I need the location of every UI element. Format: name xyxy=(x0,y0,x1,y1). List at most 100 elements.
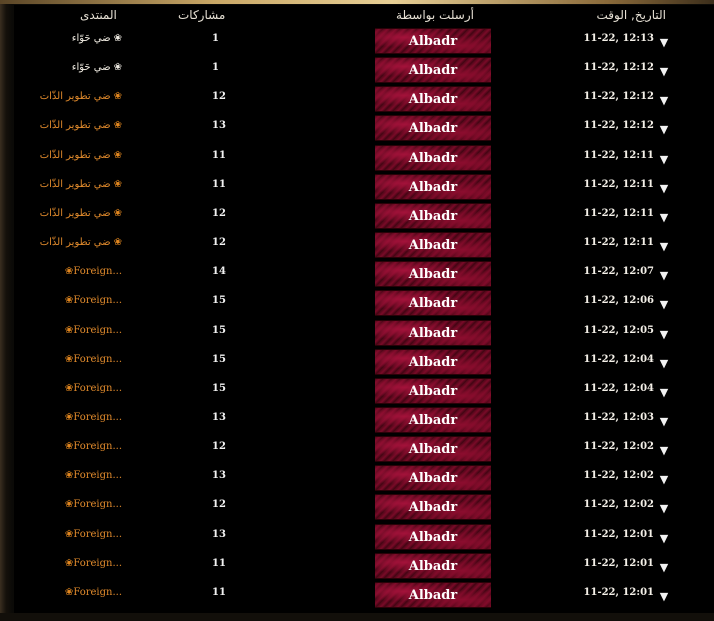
sender-link[interactable]: Albadr xyxy=(375,377,491,404)
sender-link[interactable]: Albadr xyxy=(375,261,491,288)
sender-link[interactable]: Albadr xyxy=(375,115,491,142)
triangle-down-icon[interactable]: ▼ xyxy=(657,65,671,79)
post-date: 11-22, 12:12 xyxy=(583,91,654,103)
triangle-down-icon[interactable]: ▼ xyxy=(657,328,671,342)
sender-link[interactable]: Albadr xyxy=(375,290,491,317)
sender-link[interactable]: Albadr xyxy=(375,202,491,229)
forum-link[interactable]: ❀Foreign... xyxy=(14,499,122,510)
forum-label: Foreign... xyxy=(73,470,122,482)
sender-link[interactable]: Albadr xyxy=(375,406,491,433)
triangle-down-icon[interactable]: ▼ xyxy=(657,502,671,516)
post-count: 13 xyxy=(212,411,226,423)
forum-label: ضي تطوير الذّات xyxy=(39,178,111,190)
post-date: 11-22, 12:04 xyxy=(583,353,654,365)
forum-label: ضي حَوّاء xyxy=(71,62,111,74)
table-row: ▼ 11-22, 12:06 Albadr 15 ❀Foreign... xyxy=(14,290,714,321)
triangle-down-icon[interactable]: ▼ xyxy=(657,386,671,400)
sender-link[interactable]: Albadr xyxy=(375,348,491,375)
triangle-down-icon[interactable]: ▼ xyxy=(657,269,671,283)
forum-link[interactable]: ❀Foreign... xyxy=(14,412,122,423)
sender-link[interactable]: Albadr xyxy=(375,28,491,54)
flower-icon: ❀ xyxy=(113,91,122,103)
table-row: ▼ 11-22, 12:02 Albadr 12 ❀Foreign... xyxy=(14,436,714,467)
forum-label: Foreign... xyxy=(73,528,122,540)
sender-link[interactable]: Albadr xyxy=(375,436,491,463)
forum-link[interactable]: ❀Foreign... xyxy=(14,470,122,481)
forum-link[interactable]: ❀ضي حَوّاء xyxy=(14,62,122,73)
forum-label: Foreign... xyxy=(73,324,122,336)
post-date: 11-22, 12:01 xyxy=(583,528,654,540)
sender-link[interactable]: Albadr xyxy=(375,319,491,346)
post-date: 11-22, 12:11 xyxy=(583,149,654,161)
forum-label: ضي حَوّاء xyxy=(71,33,111,44)
forum-label: Foreign... xyxy=(73,353,122,365)
sender-link[interactable]: Albadr xyxy=(375,581,491,608)
triangle-down-icon[interactable]: ▼ xyxy=(657,211,671,225)
post-date: 11-22, 12:01 xyxy=(583,586,654,598)
forum-link[interactable]: ❀ضي تطوير الذّات xyxy=(14,208,122,219)
triangle-down-icon[interactable]: ▼ xyxy=(657,532,671,546)
bottom-divider xyxy=(0,613,714,621)
table-row: ▼ 11-22, 12:11 Albadr 12 ❀ضي تطوير الذّات xyxy=(14,232,714,263)
triangle-down-icon[interactable]: ▼ xyxy=(657,357,671,371)
forum-link[interactable]: ❀ضي حَوّاء xyxy=(14,33,122,44)
triangle-down-icon[interactable]: ▼ xyxy=(657,561,671,575)
sender-link[interactable]: Albadr xyxy=(375,86,491,113)
triangle-down-icon[interactable]: ▼ xyxy=(657,473,671,487)
post-count: 1 xyxy=(212,62,219,74)
forum-link[interactable]: ❀Foreign... xyxy=(14,266,122,277)
sender-link[interactable]: Albadr xyxy=(375,523,491,550)
triangle-down-icon[interactable]: ▼ xyxy=(657,444,671,458)
forum-link[interactable]: ❀Foreign... xyxy=(14,325,122,336)
triangle-down-icon[interactable]: ▼ xyxy=(657,94,671,108)
sender-link[interactable]: Albadr xyxy=(375,552,491,579)
post-count: 12 xyxy=(212,237,226,249)
header-forum: المنتدى xyxy=(80,8,117,22)
forum-label: Foreign... xyxy=(73,295,122,307)
sender-link[interactable]: Albadr xyxy=(375,494,491,521)
post-date: 11-22, 12:06 xyxy=(583,295,654,307)
header-sender: أرسلت بواسطة xyxy=(396,8,474,22)
triangle-down-icon[interactable]: ▼ xyxy=(657,298,671,312)
forum-label: Foreign... xyxy=(73,499,122,511)
post-count: 15 xyxy=(212,324,226,336)
table-row: ▼ 11-22, 12:02 Albadr 13 ❀Foreign... xyxy=(14,465,714,496)
forum-label: ضي تطوير الذّات xyxy=(39,120,111,132)
forum-link[interactable]: ❀Foreign... xyxy=(14,529,122,540)
triangle-down-icon[interactable]: ▼ xyxy=(657,123,671,137)
forum-link[interactable]: ❀ضي تطوير الذّات xyxy=(14,179,122,190)
triangle-down-icon[interactable]: ▼ xyxy=(657,153,671,167)
forum-link[interactable]: ❀ضي تطوير الذّات xyxy=(14,91,122,102)
sender-link[interactable]: Albadr xyxy=(375,173,491,200)
sender-link[interactable]: Albadr xyxy=(375,232,491,259)
flower-icon: ❀ xyxy=(113,237,122,249)
forum-link[interactable]: ❀Foreign... xyxy=(14,441,122,452)
forum-link[interactable]: ❀Foreign... xyxy=(14,558,122,569)
sender-link[interactable]: Albadr xyxy=(375,465,491,492)
sender-link[interactable]: Albadr xyxy=(375,144,491,171)
post-date: 11-22, 12:11 xyxy=(583,207,654,219)
triangle-down-icon[interactable]: ▼ xyxy=(657,415,671,429)
table-row: ▼ 11-22, 12:05 Albadr 15 ❀Foreign... xyxy=(14,319,714,351)
forum-link[interactable]: ❀ضي تطوير الذّات xyxy=(14,120,122,131)
flower-icon: ❀ xyxy=(113,207,122,219)
triangle-down-icon[interactable]: ▼ xyxy=(657,240,671,254)
triangle-down-icon[interactable]: ▼ xyxy=(657,182,671,196)
triangle-down-icon[interactable]: ▼ xyxy=(657,590,671,604)
post-count: 12 xyxy=(212,207,226,219)
post-count: 14 xyxy=(212,266,226,278)
sender-link[interactable]: Albadr xyxy=(375,57,491,84)
forum-link[interactable]: ❀Foreign... xyxy=(14,295,122,306)
forum-link[interactable]: ❀Foreign... xyxy=(14,383,122,394)
forum-link[interactable]: ❀Foreign... xyxy=(14,354,122,365)
post-date: 11-22, 12:11 xyxy=(583,237,654,249)
post-count: 11 xyxy=(212,149,226,161)
post-date: 11-22, 12:05 xyxy=(583,324,654,336)
post-count: 12 xyxy=(212,441,226,453)
forum-link[interactable]: ❀Foreign... xyxy=(14,587,122,598)
forum-link[interactable]: ❀ضي تطوير الذّات xyxy=(14,237,122,248)
table-row: ▼ 11-22, 12:11 Albadr 11 ❀ضي تطوير الذّات xyxy=(14,144,714,176)
triangle-down-icon[interactable]: ▼ xyxy=(657,36,671,50)
forum-link[interactable]: ❀ضي تطوير الذّات xyxy=(14,150,122,161)
flower-icon: ❀ xyxy=(113,178,122,190)
